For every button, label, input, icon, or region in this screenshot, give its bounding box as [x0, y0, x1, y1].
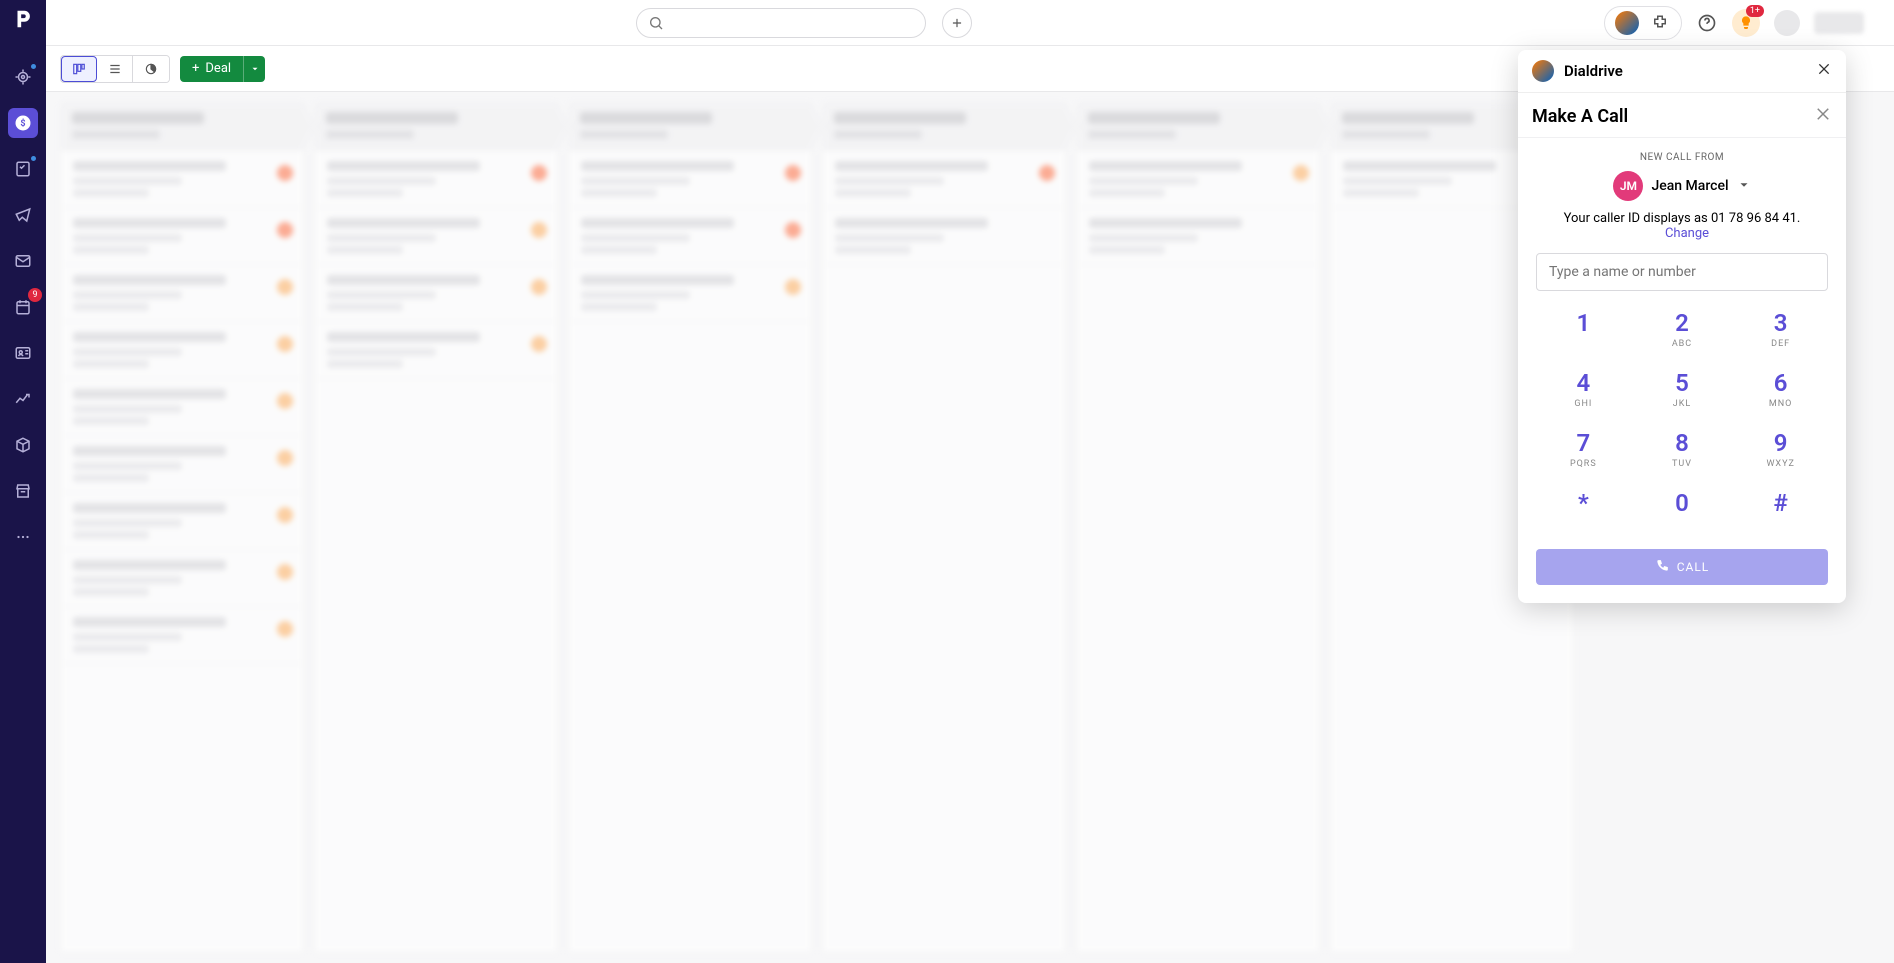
global-search — [636, 8, 926, 38]
nav-focus[interactable] — [8, 62, 38, 92]
key-4[interactable]: 4GHI — [1536, 365, 1631, 413]
nav-campaigns[interactable] — [8, 200, 38, 230]
top-bar: 1+ — [46, 0, 1894, 46]
user-avatar[interactable] — [1774, 10, 1800, 36]
panel-close-button[interactable] — [1814, 105, 1832, 127]
nav-mail[interactable] — [8, 246, 38, 276]
add-deal-button[interactable]: + Deal — [180, 56, 243, 82]
view-pipeline-button[interactable] — [61, 56, 97, 82]
key-star[interactable]: * — [1536, 485, 1631, 533]
help-icon[interactable] — [1696, 12, 1718, 34]
new-call-from-label: NEW CALL FROM — [1536, 152, 1828, 163]
app-logo[interactable] — [12, 8, 34, 36]
phone-icon — [1655, 559, 1669, 576]
key-7[interactable]: 7PQRS — [1536, 425, 1631, 473]
view-forecast-button[interactable] — [133, 56, 169, 82]
key-1[interactable]: 1 — [1536, 305, 1631, 353]
search-icon — [648, 15, 664, 35]
caller-selector[interactable]: JM Jean Marcel — [1536, 171, 1828, 201]
whats-new-icon[interactable]: 1+ — [1732, 9, 1760, 37]
plus-icon: + — [192, 61, 199, 76]
nav-projects-indicator — [31, 156, 36, 161]
key-hash[interactable]: # — [1733, 485, 1828, 533]
nav-focus-indicator — [31, 64, 36, 69]
extensions-group — [1604, 6, 1682, 40]
quick-add-button[interactable] — [942, 8, 972, 38]
key-6[interactable]: 6MNO — [1733, 365, 1828, 413]
dialdrive-brand-icon — [1532, 60, 1554, 82]
activities-badge: 9 — [28, 288, 42, 302]
key-2[interactable]: 2ABC — [1635, 305, 1730, 353]
whats-new-badge: 1+ — [1746, 5, 1764, 17]
key-8[interactable]: 8TUV — [1635, 425, 1730, 473]
nav-insights[interactable] — [8, 384, 38, 414]
caller-id-text: Your caller ID displays as 01 78 96 84 4… — [1564, 211, 1801, 226]
nav-activities[interactable]: 9 — [8, 292, 38, 322]
popover-subheader: Make A Call — [1518, 93, 1846, 137]
account-menu[interactable] — [1814, 12, 1864, 34]
extension-icon[interactable] — [1649, 12, 1671, 34]
search-input[interactable] — [636, 8, 926, 38]
popover-close-button[interactable] — [1816, 61, 1832, 82]
popover-body: NEW CALL FROM JM Jean Marcel Your caller… — [1518, 137, 1846, 603]
key-5[interactable]: 5JKL — [1635, 365, 1730, 413]
svg-text:$: $ — [20, 118, 25, 129]
chevron-down-icon — [1737, 177, 1751, 196]
popover-title: Make A Call — [1532, 106, 1628, 127]
popover-brand-title: Dialdrive — [1564, 62, 1623, 80]
popover-header: Dialdrive — [1518, 50, 1846, 93]
key-0[interactable]: 0 — [1635, 485, 1730, 533]
change-caller-id-link[interactable]: Change — [1665, 226, 1709, 241]
caller-id-row: Your caller ID displays as 01 78 96 84 4… — [1536, 211, 1828, 241]
dialdrive-popover: Dialdrive Make A Call NEW CALL FROM JM J… — [1518, 50, 1846, 603]
dial-input[interactable] — [1536, 253, 1828, 291]
dialdrive-launcher-icon[interactable] — [1615, 11, 1639, 35]
key-3[interactable]: 3DEF — [1733, 305, 1828, 353]
topbar-right: 1+ — [1604, 6, 1864, 40]
left-sidebar: $ 9 — [0, 0, 46, 963]
nav-contacts[interactable] — [8, 338, 38, 368]
nav-projects[interactable] — [8, 154, 38, 184]
caller-avatar: JM — [1613, 171, 1643, 201]
dial-keypad: 1 2ABC 3DEF 4GHI 5JKL 6MNO 7PQRS 8TUV 9W… — [1536, 305, 1828, 533]
view-switcher — [60, 55, 170, 83]
nav-products[interactable] — [8, 430, 38, 460]
add-deal-label: Deal — [205, 61, 231, 76]
call-button-label: CALL — [1677, 560, 1710, 574]
key-9[interactable]: 9WXYZ — [1733, 425, 1828, 473]
nav-more[interactable] — [8, 522, 38, 552]
caller-name: Jean Marcel — [1651, 178, 1728, 194]
add-deal-group: + Deal — [180, 56, 265, 82]
view-list-button[interactable] — [97, 56, 133, 82]
nav-deals[interactable]: $ — [8, 108, 38, 138]
call-button[interactable]: CALL — [1536, 549, 1828, 585]
add-deal-dropdown[interactable] — [243, 56, 265, 82]
nav-marketplace[interactable] — [8, 476, 38, 506]
